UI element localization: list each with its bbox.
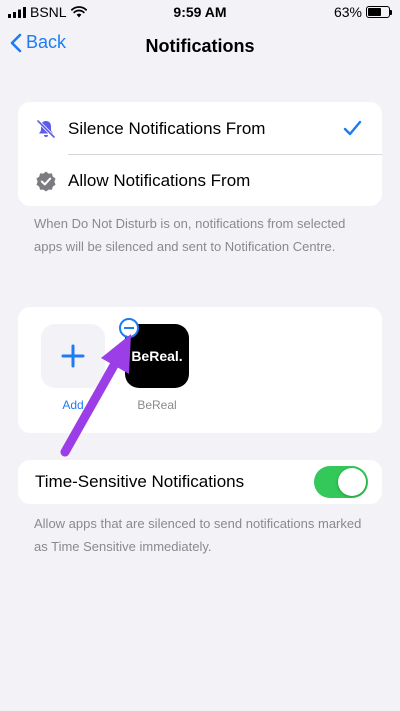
time-sensitive-card: Time-Sensitive Notifications [18,460,382,504]
option-allow-label: Allow Notifications From [68,171,251,190]
page-title: Notifications [145,36,255,56]
silence-footnote: When Do Not Disturb is on, notifications… [34,216,346,254]
time-sensitive-toggle[interactable] [314,466,368,498]
battery-fill [368,8,381,16]
nav-bar: Back Notifications [0,28,400,64]
time-sensitive-footnote: Allow apps that are silenced to send not… [34,516,362,554]
status-right: 63% [333,4,392,20]
check-badge-icon [36,171,56,192]
option-allow-notifications[interactable]: Allow Notifications From [18,154,382,206]
annotation-arrow-icon [60,334,131,457]
silence-options-card: Silence Notifications From Allow Notific… [18,102,382,206]
battery-icon [366,6,392,18]
battery-percent: 63% [333,4,362,20]
minus-icon [124,327,134,329]
option-silence-notifications[interactable]: Silence Notifications From [18,102,382,154]
toggle-knob [338,468,366,496]
checkmark-icon [343,120,362,136]
status-bar: BSNL 9:59 AM 63% [0,0,400,24]
option-silence-label: Silence Notifications From [68,119,266,138]
time-sensitive-label: Time-Sensitive Notifications [35,472,245,491]
bell-slash-icon [36,119,56,139]
